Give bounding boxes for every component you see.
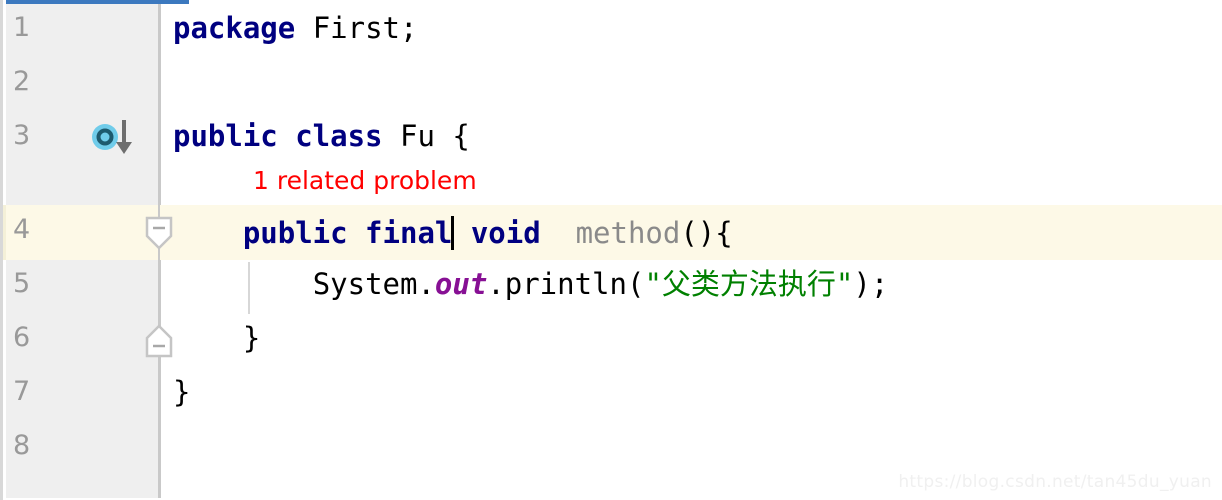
line-number-5: 5 bbox=[13, 268, 31, 299]
related-problem-hint[interactable]: 1 related problem bbox=[253, 168, 477, 193]
token-method-parens: (){ bbox=[680, 216, 733, 250]
token-void: void bbox=[453, 216, 559, 250]
code-line-5: System.out.println("父类方法执行"); bbox=[173, 267, 889, 301]
line-number-8: 8 bbox=[13, 430, 31, 461]
code-line-6: } bbox=[173, 321, 261, 355]
fold-connector-bottom bbox=[158, 356, 160, 370]
code-line-3: public class Fu { bbox=[173, 122, 470, 151]
token-out-field: out bbox=[434, 267, 488, 301]
text-layer: 1 package First; 2 3 public class Fu { 1… bbox=[3, 0, 1222, 500]
fold-connector-line bbox=[158, 248, 160, 330]
fold-region-start-icon[interactable] bbox=[144, 216, 174, 250]
line-number-7: 7 bbox=[13, 376, 31, 407]
watermark: https://blog.csdn.net/tan45du_yuan bbox=[898, 472, 1212, 492]
code-line-4: public final void method(){ bbox=[173, 216, 733, 250]
token-class-name: Fu { bbox=[399, 119, 470, 153]
top-progress-bar bbox=[6, 0, 189, 4]
line-number-6: 6 bbox=[13, 322, 31, 353]
token-string-literal: "父类方法执行" bbox=[644, 267, 854, 301]
line-number-2: 2 bbox=[13, 66, 31, 97]
overridden-method-icon[interactable] bbox=[91, 118, 137, 156]
line-number-1: 1 bbox=[13, 12, 31, 43]
token-l4-indent bbox=[173, 216, 243, 250]
token-package-name: First; bbox=[312, 11, 418, 45]
fold-region-end-icon[interactable] bbox=[144, 324, 174, 358]
token-class-keywords: public class bbox=[173, 119, 400, 153]
code-line-1: package First; bbox=[173, 14, 417, 43]
code-line-7: } bbox=[173, 375, 191, 409]
token-l5-indent bbox=[173, 267, 313, 301]
token-println: .println( bbox=[487, 267, 645, 301]
token-package-keyword: package bbox=[173, 11, 313, 45]
token-statement-end: ); bbox=[853, 267, 889, 301]
token-system: System. bbox=[312, 267, 435, 301]
line-number-4: 4 bbox=[13, 214, 31, 245]
token-public-final: public final bbox=[242, 216, 453, 250]
code-editor[interactable]: 1 package First; 2 3 public class Fu { 1… bbox=[0, 0, 1222, 500]
token-method-name: method bbox=[558, 216, 681, 250]
